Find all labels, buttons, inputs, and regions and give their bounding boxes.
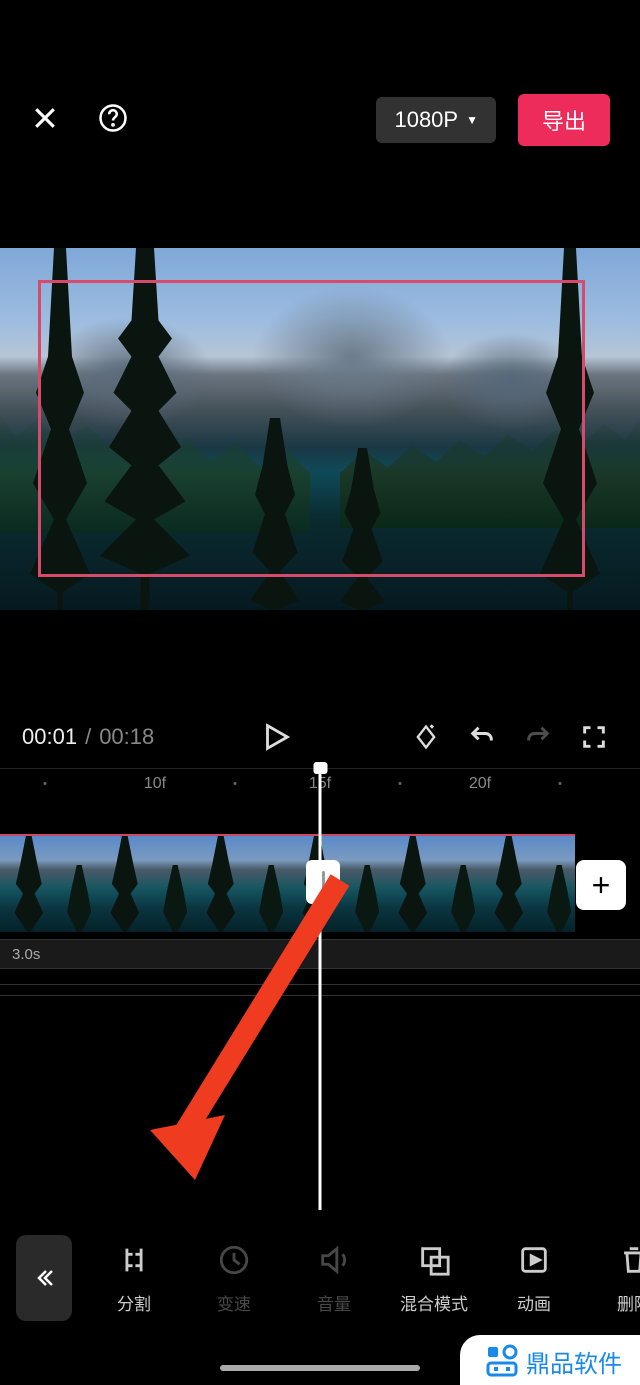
delete-icon [614, 1240, 640, 1280]
bottom-toolbar: 分割 变速 音量 混合模式 动画 删除 [0, 1225, 640, 1330]
top-bar: 1080P ▼ 导出 [0, 95, 640, 145]
ruler-mark: 20f [469, 775, 491, 793]
undo-icon[interactable] [458, 713, 506, 761]
close-icon[interactable] [30, 103, 60, 138]
tool-label: 混合模式 [400, 1290, 468, 1315]
video-preview[interactable] [0, 248, 640, 610]
add-clip-button[interactable]: + [576, 860, 626, 910]
keyframe-icon[interactable] [402, 713, 450, 761]
watermark-icon [484, 1343, 520, 1379]
tool-split[interactable]: 分割 [84, 1240, 184, 1315]
time-separator: / [85, 724, 91, 750]
total-time: 00:18 [99, 724, 154, 750]
anim-icon [514, 1240, 554, 1280]
home-indicator [220, 1365, 420, 1371]
watermark: 鼎品软件 [460, 1335, 640, 1385]
clip-thumbnail [0, 836, 96, 932]
tool-label: 变速 [217, 1290, 251, 1315]
clip-track[interactable] [0, 834, 575, 932]
export-button[interactable]: 导出 [518, 94, 610, 146]
fullscreen-icon[interactable] [570, 713, 618, 761]
tool-label: 音量 [317, 1290, 351, 1315]
help-icon[interactable] [98, 103, 128, 138]
clip-thumbnail [384, 836, 480, 932]
tool-label: 分割 [117, 1290, 151, 1315]
track-duration: 3.0s [12, 946, 40, 963]
transition-button[interactable] [306, 860, 340, 904]
playhead[interactable] [319, 768, 322, 1210]
blend-icon [414, 1240, 454, 1280]
resolution-label: 1080P [394, 107, 458, 133]
tool-anim[interactable]: 动画 [484, 1240, 584, 1315]
resolution-button[interactable]: 1080P ▼ [376, 97, 496, 143]
clip-thumbnail [192, 836, 288, 932]
tool-label: 删除 [617, 1290, 640, 1315]
play-icon[interactable] [252, 713, 300, 761]
clip-thumbnail [480, 836, 575, 932]
toolbar-back-button[interactable] [16, 1235, 72, 1321]
tool-blend[interactable]: 混合模式 [384, 1240, 484, 1315]
redo-icon[interactable] [514, 713, 562, 761]
tool-delete[interactable]: 删除 [584, 1240, 640, 1315]
speed-icon [214, 1240, 254, 1280]
playback-bar: 00:01 / 00:18 [0, 712, 640, 762]
tool-volume[interactable]: 音量 [284, 1240, 384, 1315]
clip-thumbnail [96, 836, 192, 932]
watermark-text: 鼎品软件 [526, 1344, 622, 1379]
split-icon [114, 1240, 154, 1280]
volume-icon [314, 1240, 354, 1280]
dropdown-icon: ▼ [466, 113, 478, 127]
tool-speed[interactable]: 变速 [184, 1240, 284, 1315]
current-time: 00:01 [22, 724, 77, 750]
ruler-mark: 10f [144, 775, 166, 793]
tool-label: 动画 [517, 1290, 551, 1315]
